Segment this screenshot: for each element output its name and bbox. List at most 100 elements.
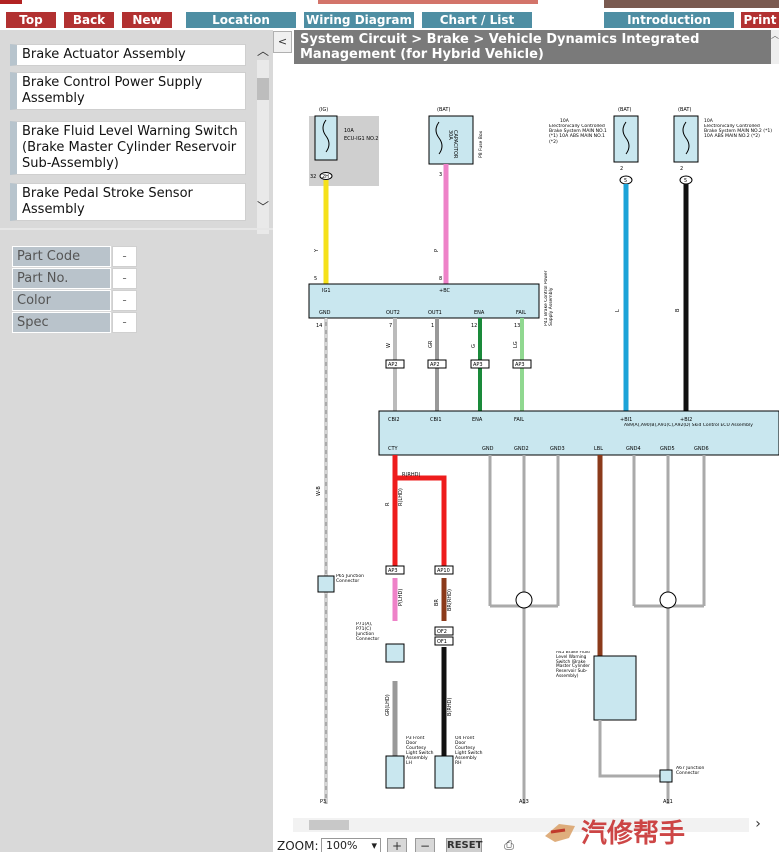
junction-label: OF1 bbox=[437, 639, 447, 645]
capacitor-fuse-box bbox=[428, 115, 474, 165]
pin-number: 8 bbox=[439, 276, 442, 282]
property-label: Spec bbox=[12, 312, 111, 333]
component-list-item[interactable]: Brake Actuator Assembly bbox=[10, 44, 246, 66]
component-list[interactable]: Brake Actuator Assembly Brake Control Po… bbox=[10, 42, 247, 250]
splice-point bbox=[515, 591, 533, 609]
property-label: Part No. bbox=[12, 268, 111, 289]
new-button[interactable]: New bbox=[122, 12, 172, 28]
app-window: Top Back New Location Wiring Diagram Cha… bbox=[0, 0, 779, 852]
wire-color-label: R(LHD) bbox=[398, 488, 404, 506]
wire-color-label: W-B bbox=[316, 486, 322, 496]
brake-fluid-switch-box bbox=[593, 655, 637, 721]
fuse-name: CAPACITOR bbox=[452, 130, 458, 159]
a67-label-wrap: A67 Junction Connector bbox=[676, 766, 705, 776]
print-button[interactable]: Print bbox=[741, 12, 779, 28]
top-button[interactable]: Top bbox=[6, 12, 56, 28]
p65-label-wrap: P65 Junction Connector bbox=[336, 574, 364, 584]
property-value: - bbox=[112, 246, 137, 267]
pin-name: FAIL bbox=[514, 417, 524, 423]
pin-name: GND5 bbox=[660, 446, 675, 452]
fuse-name: Electronically Controlled Brake System M… bbox=[704, 124, 773, 140]
component-list-item[interactable]: Brake Pedal Stroke Sensor Assembly bbox=[10, 183, 246, 221]
location-button[interactable]: Location bbox=[186, 12, 296, 28]
fuse-source: (IG) bbox=[319, 107, 328, 113]
fuse-amp: 10A bbox=[344, 128, 354, 134]
abs-fuse-2 bbox=[673, 115, 699, 163]
wire-color-label: B bbox=[675, 308, 681, 312]
diagram-scrollbar[interactable]: ︿ bbox=[771, 30, 779, 64]
pin-name: ENA bbox=[472, 417, 483, 423]
wire-color-label: P(LHD) bbox=[398, 589, 404, 606]
pin-name: GND bbox=[482, 446, 494, 452]
pin-name: GND bbox=[319, 310, 331, 316]
component-list-item[interactable]: Brake Fluid Level Warning Switch (Brake … bbox=[10, 121, 246, 175]
plus-icon: + bbox=[391, 839, 403, 852]
wire-color-label: BR bbox=[434, 599, 440, 606]
print-icon[interactable]: ⎙ bbox=[499, 838, 519, 852]
fuse-symbol bbox=[314, 115, 338, 161]
junction-connector-p65 bbox=[317, 575, 335, 593]
fuse-source: (BAT) bbox=[678, 107, 691, 113]
pin-number: 3 bbox=[439, 172, 442, 178]
property-label: Color bbox=[12, 290, 111, 311]
wiring-diagram-canvas[interactable]: (IG) 10A ECU-IG1 NO.2 32 2H (BAT) 30A CA… bbox=[294, 66, 779, 814]
top-nav-bar: Top Back New Location Wiring Diagram Cha… bbox=[0, 0, 779, 30]
power-supply-name: P41 Brake Control Power Supply Assembly bbox=[544, 270, 554, 326]
pin-name: OUT1 bbox=[428, 310, 442, 316]
chart-list-button[interactable]: Chart / List bbox=[422, 12, 532, 28]
back-button[interactable]: Back bbox=[64, 12, 114, 28]
door-switch-lh bbox=[385, 755, 405, 789]
introduction-button[interactable]: Introduction bbox=[604, 12, 734, 28]
fuse-name: Electronically Controlled Brake System M… bbox=[549, 124, 607, 145]
zoom-in-button[interactable]: + bbox=[387, 838, 407, 852]
scroll-down-icon[interactable]: ﹀ bbox=[255, 200, 271, 214]
horizontal-scrollbar-thumb[interactable] bbox=[309, 820, 349, 830]
ground-label: A11 bbox=[663, 799, 673, 805]
pin-name: FAIL bbox=[516, 310, 526, 316]
abs-fuse-1 bbox=[613, 115, 639, 163]
pin-number: 13 bbox=[514, 323, 520, 329]
chevron-left-icon: < bbox=[277, 35, 288, 48]
junction-label: AP2 bbox=[388, 362, 398, 368]
zoom-select[interactable]: 100% ▾ bbox=[321, 838, 381, 852]
zoom-value: 100% bbox=[326, 839, 358, 852]
collapse-left-panel-button[interactable]: < bbox=[273, 31, 292, 53]
brake-fluid-label: A45 Brake Fluid Level Warning Switch (Br… bbox=[556, 651, 590, 679]
connector-id: 5 bbox=[684, 178, 687, 184]
scrollbar-thumb[interactable] bbox=[257, 78, 269, 100]
property-row: Part No. - bbox=[12, 268, 138, 289]
ecu-name-wrap: A89(A),A90(B),A91(C),A92(D) Skid Control… bbox=[624, 423, 753, 428]
pin-name: LBL bbox=[594, 446, 603, 452]
part-properties: Part Code - Part No. - Color - Spec - bbox=[12, 246, 138, 334]
junction-connector-a67 bbox=[659, 769, 673, 783]
component-list-scrollbar[interactable]: ︿ ﹀ bbox=[255, 42, 271, 250]
pin-name: IG1 bbox=[322, 288, 331, 294]
minus-icon: − bbox=[419, 839, 431, 852]
pin-number: 2 bbox=[620, 166, 623, 172]
property-value: - bbox=[112, 268, 137, 289]
pin-number: 14 bbox=[316, 323, 322, 329]
wiring-diagram-button[interactable]: Wiring Diagram bbox=[304, 12, 414, 28]
fuse-connector-label: P8 Fuse Box bbox=[478, 131, 484, 158]
property-row: Color - bbox=[12, 290, 138, 311]
ecu-name: A89(A),A90(B),A91(C),A92(D) Skid Control… bbox=[624, 423, 753, 428]
watermark-logo-stroke bbox=[550, 828, 566, 834]
component-list-item[interactable]: Brake Control Power Supply Assembly bbox=[10, 72, 246, 110]
pin-number: 5 bbox=[314, 276, 317, 282]
zoom-label: ZOOM: bbox=[277, 839, 319, 852]
brake-fluid-label-wrap: A45 Brake Fluid Level Warning Switch (Br… bbox=[556, 651, 590, 679]
scroll-up-icon[interactable]: ︿ bbox=[255, 44, 271, 58]
junction-label: AP10 bbox=[437, 568, 450, 574]
reset-zoom-button[interactable]: RESET bbox=[446, 838, 482, 852]
pin-name: OUT2 bbox=[386, 310, 400, 316]
zoom-out-button[interactable]: − bbox=[415, 838, 435, 852]
ground-label: P3 bbox=[320, 799, 326, 805]
a67-label: A67 Junction Connector bbox=[676, 766, 705, 776]
p71-label: P71(A), P71(C) Junction Connector bbox=[356, 622, 380, 642]
door-switch-rh bbox=[434, 755, 454, 789]
p65-label: P65 Junction Connector bbox=[336, 574, 364, 584]
scroll-up-icon[interactable]: ︿ bbox=[771, 31, 779, 40]
diagram-title: System Circuit > Brake > Vehicle Dynamic… bbox=[294, 30, 771, 64]
property-row: Spec - bbox=[12, 312, 138, 333]
wiring-diagram-svg: (IG) 10A ECU-IG1 NO.2 32 2H (BAT) 30A CA… bbox=[308, 107, 779, 805]
